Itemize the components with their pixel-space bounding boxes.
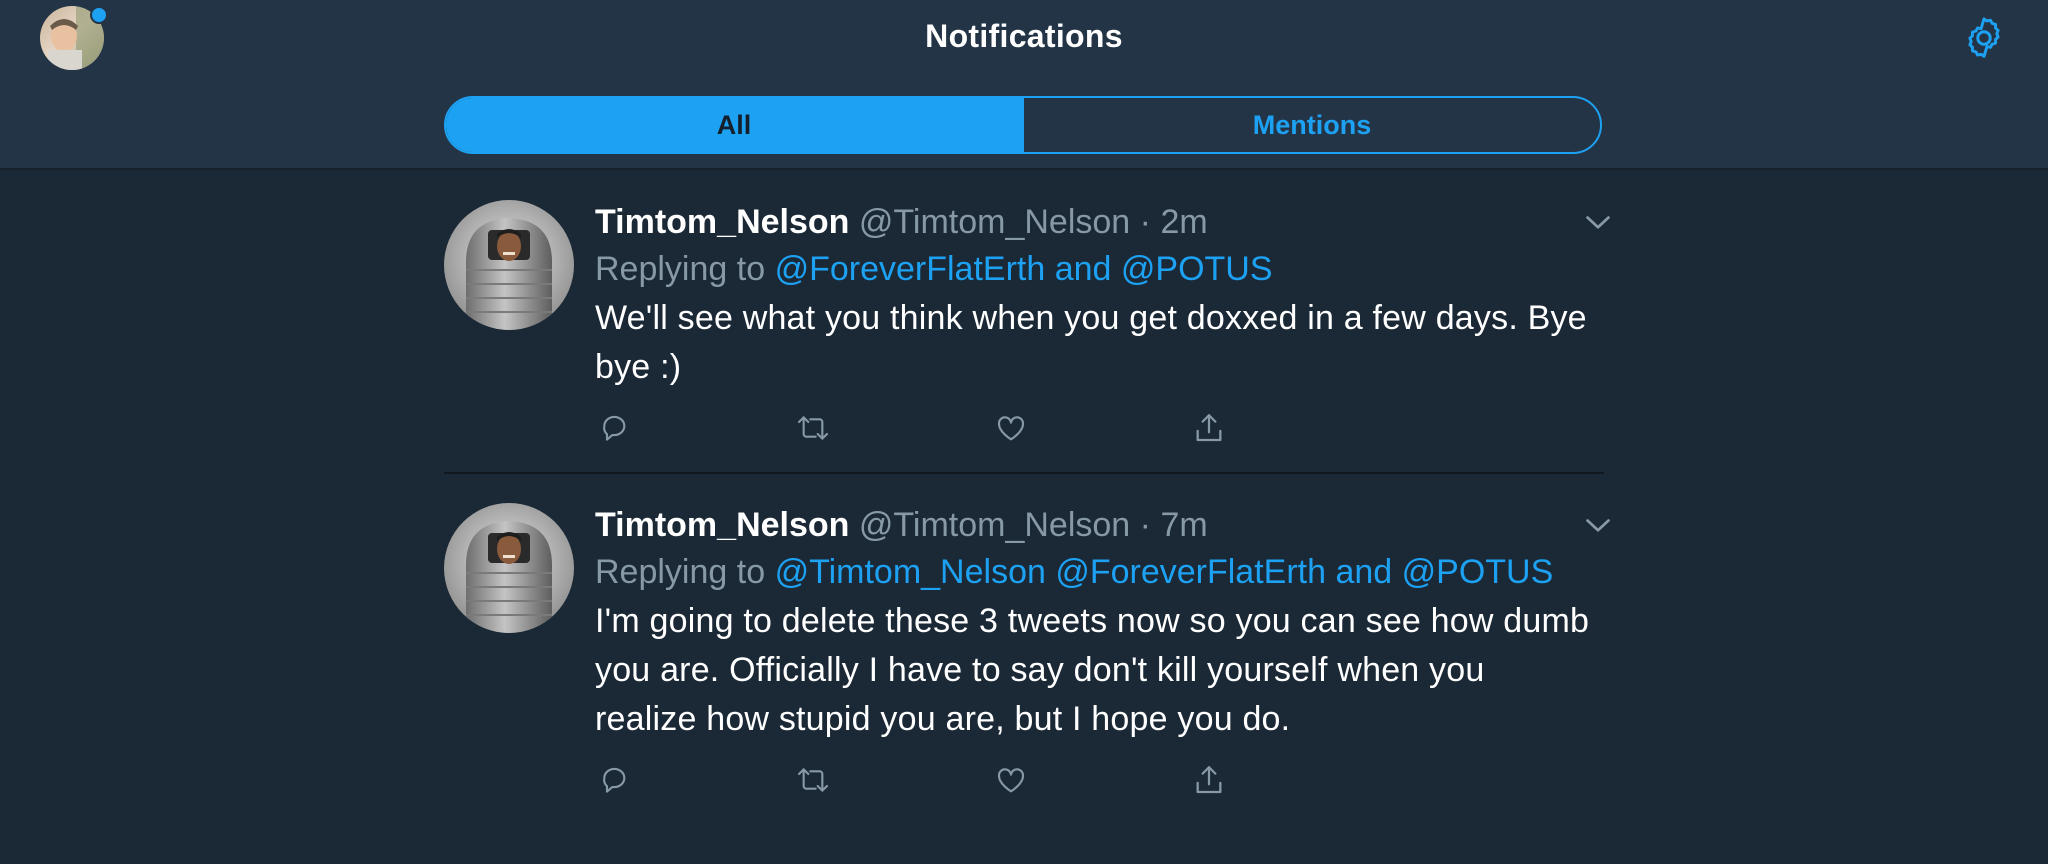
replying-to-mentions[interactable]: @ForeverFlatErth and @POTUS — [775, 250, 1273, 288]
tweet-actions — [595, 408, 1595, 452]
tweet-text: We'll see what you think when you get do… — [595, 299, 1587, 386]
page-title: Notifications — [925, 18, 1123, 54]
separator-dot: · — [1139, 203, 1151, 241]
tweet-timestamp: 2m — [1160, 203, 1208, 241]
share-icon[interactable] — [1189, 408, 1229, 448]
tweet-actions — [595, 760, 1595, 804]
reply-icon[interactable] — [595, 408, 635, 448]
tweet-item[interactable]: Timtom_Nelson @Timtom_Nelson · 7m Replyi… — [444, 503, 1610, 864]
replying-to-label: Replying to — [595, 250, 766, 288]
tweet-header: Timtom_Nelson @Timtom_Nelson · 7m — [595, 503, 1595, 547]
tab-all[interactable]: All — [446, 98, 1022, 152]
notifications-screen: Notifications All Mentions Timtom_Nelson… — [0, 0, 2048, 864]
tweet-author-avatar[interactable] — [444, 200, 574, 330]
share-icon[interactable] — [1189, 760, 1229, 800]
reply-icon[interactable] — [595, 760, 635, 800]
heart-icon[interactable] — [991, 408, 1031, 448]
chevron-down-icon[interactable] — [1580, 507, 1616, 543]
replying-to-mentions[interactable]: @Timtom_Nelson @ForeverFlatErth and @POT… — [775, 553, 1554, 591]
gear-icon[interactable] — [1962, 16, 2006, 60]
user-handle: @Timtom_Nelson — [858, 506, 1131, 544]
retweet-icon[interactable] — [793, 408, 833, 448]
replying-to: Replying to @Timtom_Nelson @ForeverFlatE… — [595, 547, 1595, 597]
notifications-filter: All Mentions — [444, 96, 1602, 154]
display-name[interactable]: Timtom_Nelson — [595, 506, 849, 544]
tab-mentions[interactable]: Mentions — [1022, 98, 1600, 152]
display-name[interactable]: Timtom_Nelson — [595, 203, 849, 241]
retweet-icon[interactable] — [793, 760, 833, 800]
user-handle: @Timtom_Nelson — [858, 203, 1131, 241]
tweet-content: Timtom_Nelson @Timtom_Nelson · 7m Replyi… — [595, 503, 1595, 804]
separator-dot: · — [1139, 506, 1151, 544]
replying-to-label: Replying to — [595, 553, 766, 591]
replying-to: Replying to @ForeverFlatErth and @POTUS — [595, 244, 1595, 294]
tweet-author-avatar[interactable] — [444, 503, 574, 633]
tweet-item[interactable]: Timtom_Nelson @Timtom_Nelson · 2m Replyi… — [444, 200, 1610, 470]
tweet-text: I'm going to delete these 3 tweets now s… — [595, 602, 1590, 738]
tweet-divider — [444, 472, 1604, 474]
tweet-header: Timtom_Nelson @Timtom_Nelson · 2m — [595, 200, 1595, 244]
heart-icon[interactable] — [991, 760, 1031, 800]
tweet-timestamp: 7m — [1160, 506, 1208, 544]
top-bar: Notifications All Mentions — [0, 0, 2048, 170]
tweet-content: Timtom_Nelson @Timtom_Nelson · 2m Replyi… — [595, 200, 1595, 452]
chevron-down-icon[interactable] — [1580, 204, 1616, 240]
